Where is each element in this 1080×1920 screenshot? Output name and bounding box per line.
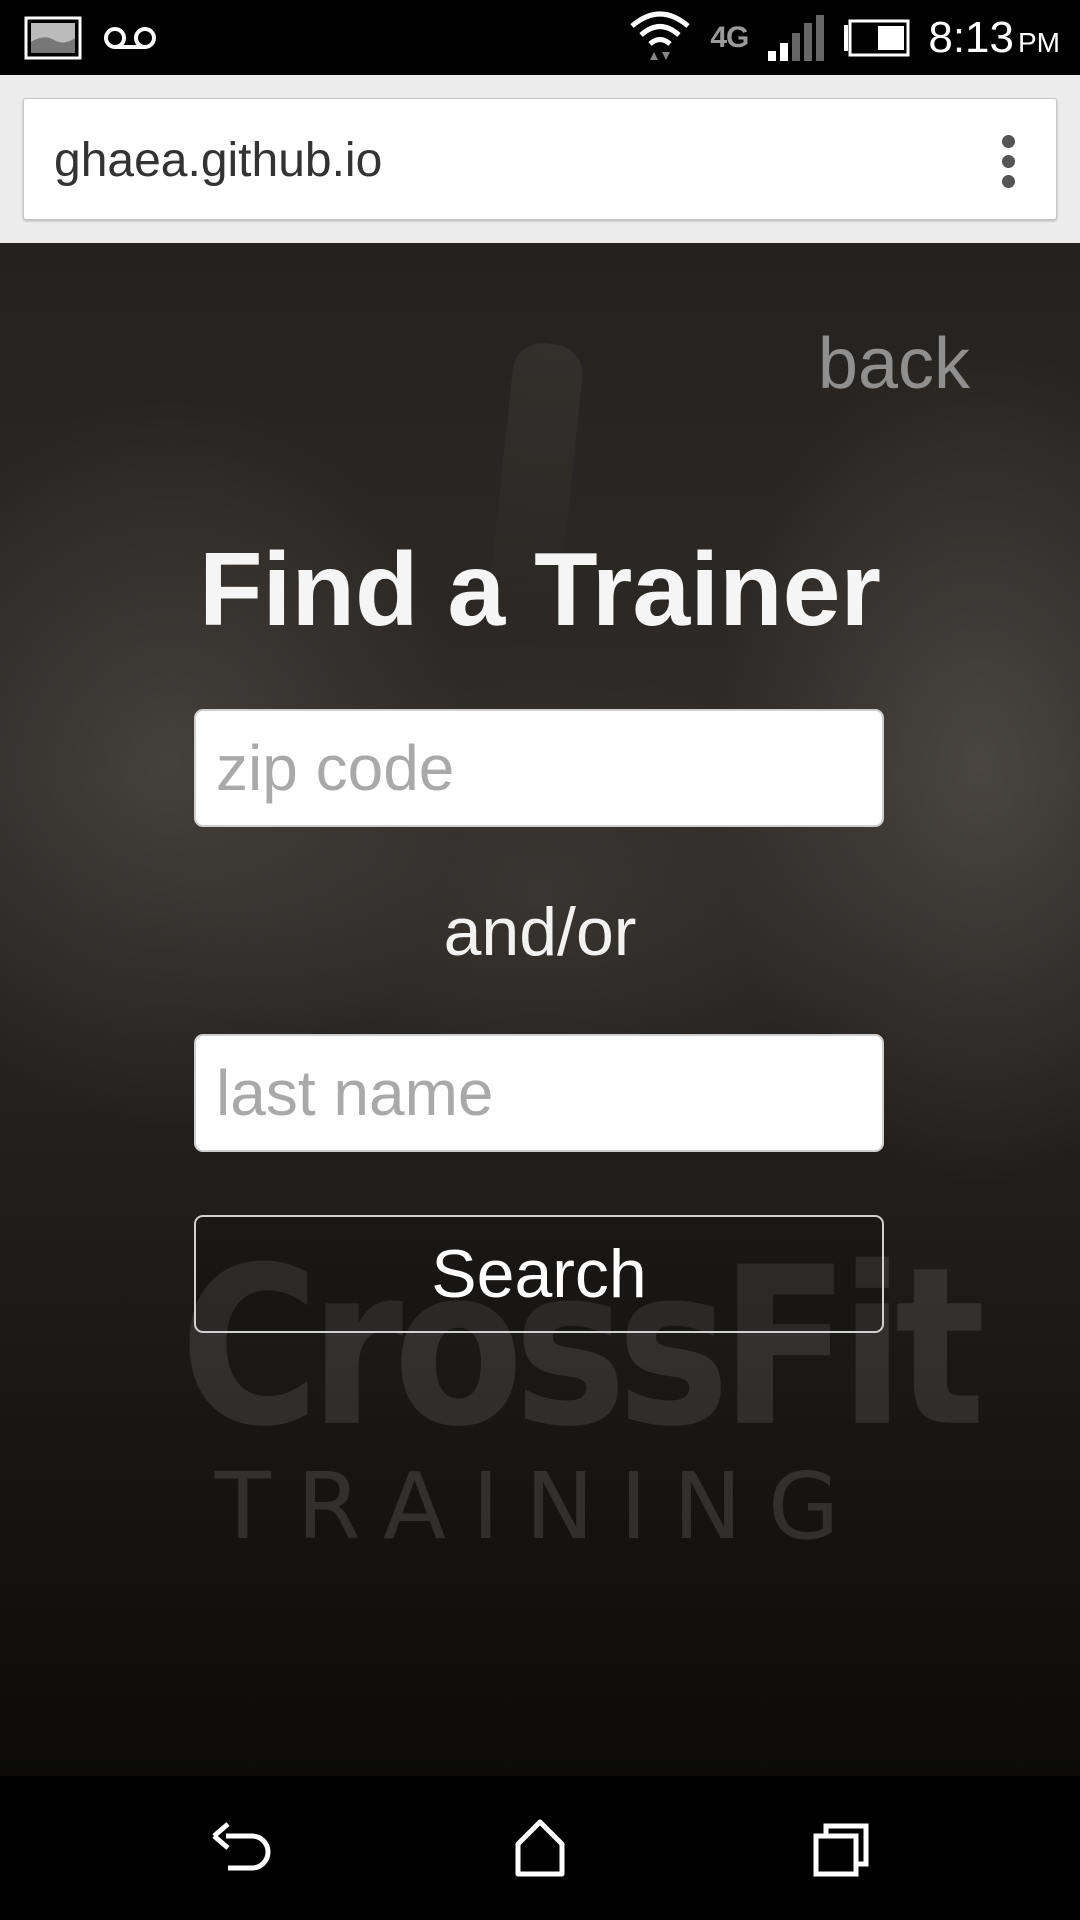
- back-link[interactable]: back: [818, 323, 970, 405]
- overflow-menu-icon[interactable]: [1002, 135, 1016, 188]
- status-bar: 4G 8:13 PM: [0, 0, 1080, 75]
- browser-toolbar: ghaea.github.io: [0, 75, 1080, 243]
- clock: 8:13 PM: [928, 13, 1060, 62]
- lte-icon: 4G: [710, 21, 749, 54]
- url-text[interactable]: ghaea.github.io: [54, 133, 382, 188]
- home-nav-icon[interactable]: [505, 1818, 575, 1878]
- recent-apps-icon[interactable]: [806, 1818, 876, 1878]
- page-title: Find a Trainer: [199, 532, 881, 648]
- back-nav-icon[interactable]: [206, 1818, 276, 1878]
- zip-code-input[interactable]: [194, 709, 884, 827]
- wifi-icon: [630, 11, 690, 60]
- gallery-icon: [24, 16, 82, 60]
- battery-icon: [844, 19, 910, 57]
- signal-icon: [768, 15, 825, 61]
- page-content: CrossFit TRAINING back Find a Trainer an…: [0, 243, 1080, 1776]
- search-button[interactable]: Search: [194, 1215, 884, 1333]
- and-or-label: and/or: [443, 894, 637, 970]
- url-bar[interactable]: ghaea.github.io: [23, 98, 1057, 220]
- last-name-input[interactable]: [194, 1034, 884, 1152]
- system-nav-bar: [0, 1776, 1080, 1920]
- voicemail-icon: [104, 27, 156, 49]
